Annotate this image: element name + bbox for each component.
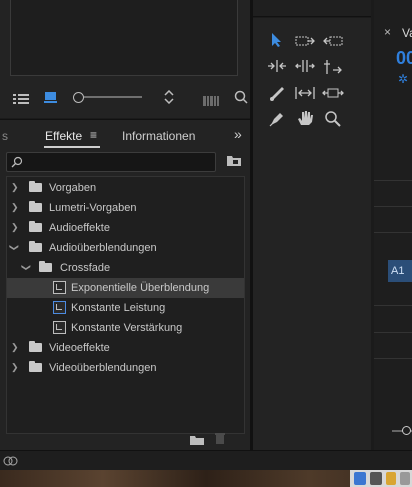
tools-panel-header [253, 0, 371, 17]
tree-item-label: Exponentielle Überblendung [71, 282, 210, 294]
tree-item-audioueberblendungen[interactable]: ❯ Audioüberblendungen [7, 238, 244, 258]
timeline-panel: × Va 00 ✲ A1 [374, 0, 412, 450]
dock-app-icon[interactable] [370, 472, 382, 485]
timeline-zoom-knob[interactable] [402, 426, 411, 435]
track-divider [374, 232, 412, 233]
track-divider [374, 180, 412, 181]
tree-item-crossfade[interactable]: ❯ Crossfade [7, 258, 244, 278]
slip-tool-icon[interactable] [294, 86, 316, 105]
tools-panel [253, 18, 371, 450]
tree-item-label: Audioeffekte [49, 222, 110, 234]
pen-tool-icon[interactable] [268, 110, 286, 133]
list-view-icon[interactable] [13, 92, 31, 110]
lock-icon[interactable] [386, 472, 396, 485]
dock-app-icon[interactable] [400, 472, 410, 485]
tree-item-konstante-leistung[interactable]: Konstante Leistung [7, 298, 244, 318]
folder-icon [39, 261, 52, 272]
tree-item-exponentielle-ueberblendung[interactable]: Exponentielle Überblendung [7, 278, 244, 298]
finder-icon[interactable] [354, 472, 366, 485]
creative-cloud-icon[interactable] [3, 455, 19, 467]
effects-search-input[interactable] [6, 152, 216, 172]
zoom-slider-track[interactable] [84, 96, 142, 98]
selection-tool-icon[interactable] [271, 32, 283, 53]
folder-star-icon [29, 201, 42, 212]
tree-item-videoeffekte[interactable]: ❯ Videoeffekte [7, 338, 244, 358]
tree-item-label: Konstante Verstärkung [71, 322, 183, 334]
tab-overflow-left[interactable]: s [2, 129, 8, 143]
transition-effect-icon [53, 321, 66, 334]
expand-arrow-icon[interactable]: ❯ [11, 222, 19, 233]
rate-stretch-icon[interactable] [323, 59, 343, 80]
track-divider [374, 358, 412, 359]
mac-dock [350, 470, 412, 487]
tree-item-label: Audioüberblendungen [49, 242, 157, 254]
track-select-backward-icon[interactable] [323, 34, 343, 52]
collapse-arrow-icon[interactable]: ❯ [20, 264, 31, 272]
tree-item-konstante-verstaerkung[interactable]: Konstante Verstärkung [7, 318, 244, 338]
expand-arrow-icon[interactable]: ❯ [11, 362, 19, 373]
effects-tab-bar: s Effekte ≡ Informationen » [0, 119, 250, 150]
track-label: A1 [391, 265, 405, 277]
audio-track-a1[interactable]: A1 [388, 260, 412, 282]
transition-effect-icon [53, 281, 66, 294]
folder-icon [29, 361, 42, 372]
new-bin-from-search-icon[interactable] [226, 153, 242, 172]
folder-star-icon [29, 181, 42, 192]
search-icon[interactable] [234, 90, 248, 109]
tree-item-label: Videoeffekte [49, 342, 110, 354]
effects-tree: ❯ Vorgaben ❯ Lumetri-Vorgaben ❯ Audioeff… [6, 176, 245, 434]
slide-tool-icon[interactable] [322, 85, 344, 106]
track-divider [374, 206, 412, 207]
razor-tool-icon[interactable] [268, 84, 286, 107]
tree-item-label: Lumetri-Vorgaben [49, 202, 137, 214]
tree-item-label: Vorgaben [49, 182, 97, 194]
ripple-edit-icon[interactable] [267, 59, 287, 78]
tree-item-audioeffekte[interactable]: ❯ Audioeffekte [7, 218, 244, 238]
storyboard-icon[interactable] [203, 93, 219, 111]
rolling-edit-icon[interactable] [295, 59, 315, 78]
folder-icon [29, 341, 42, 352]
track-select-forward-icon[interactable] [295, 34, 315, 52]
tree-item-videoueberblendungen[interactable]: ❯ Videoüberblendungen [7, 358, 244, 378]
track-divider [374, 332, 412, 333]
expand-arrow-icon[interactable]: ❯ [11, 342, 19, 353]
tab-informationen[interactable]: Informationen [122, 129, 195, 143]
trash-icon[interactable] [214, 432, 226, 450]
tab-effects[interactable]: Effekte [45, 129, 82, 143]
timecode-display[interactable]: 00 [396, 48, 412, 69]
timeline-tab-close[interactable]: × [384, 25, 391, 39]
track-divider [374, 305, 412, 306]
snap-icon[interactable]: ✲ [398, 72, 408, 86]
zoom-tool-icon[interactable] [324, 110, 342, 133]
folder-icon [29, 221, 42, 232]
expand-arrow-icon[interactable]: ❯ [11, 202, 19, 213]
tree-item-label: Crossfade [60, 262, 111, 274]
transition-effect-icon [53, 301, 66, 314]
hand-tool-icon[interactable] [296, 109, 314, 132]
zoom-slider-knob[interactable] [73, 92, 84, 103]
search-icon [11, 156, 23, 168]
tree-item-label: Videoüberblendungen [49, 362, 157, 374]
expand-arrow-icon[interactable]: ❯ [11, 182, 19, 193]
active-tab-indicator [44, 146, 100, 148]
tree-item-vorgaben[interactable]: ❯ Vorgaben [7, 178, 244, 198]
status-bar [0, 450, 412, 471]
new-bin-icon[interactable] [189, 433, 205, 451]
folder-icon [29, 241, 42, 252]
tab-overflow-icon[interactable]: » [234, 126, 242, 142]
timeline-tab-label[interactable]: Va [402, 26, 412, 40]
preview-area [10, 0, 238, 76]
panel-menu-icon[interactable]: ≡ [90, 128, 97, 142]
tree-item-lumetri-vorgaben[interactable]: ❯ Lumetri-Vorgaben [7, 198, 244, 218]
sort-icon[interactable] [163, 89, 175, 109]
tree-item-label: Konstante Leistung [71, 302, 166, 314]
collapse-arrow-icon[interactable]: ❯ [8, 244, 19, 252]
icon-view-icon[interactable] [44, 90, 58, 109]
